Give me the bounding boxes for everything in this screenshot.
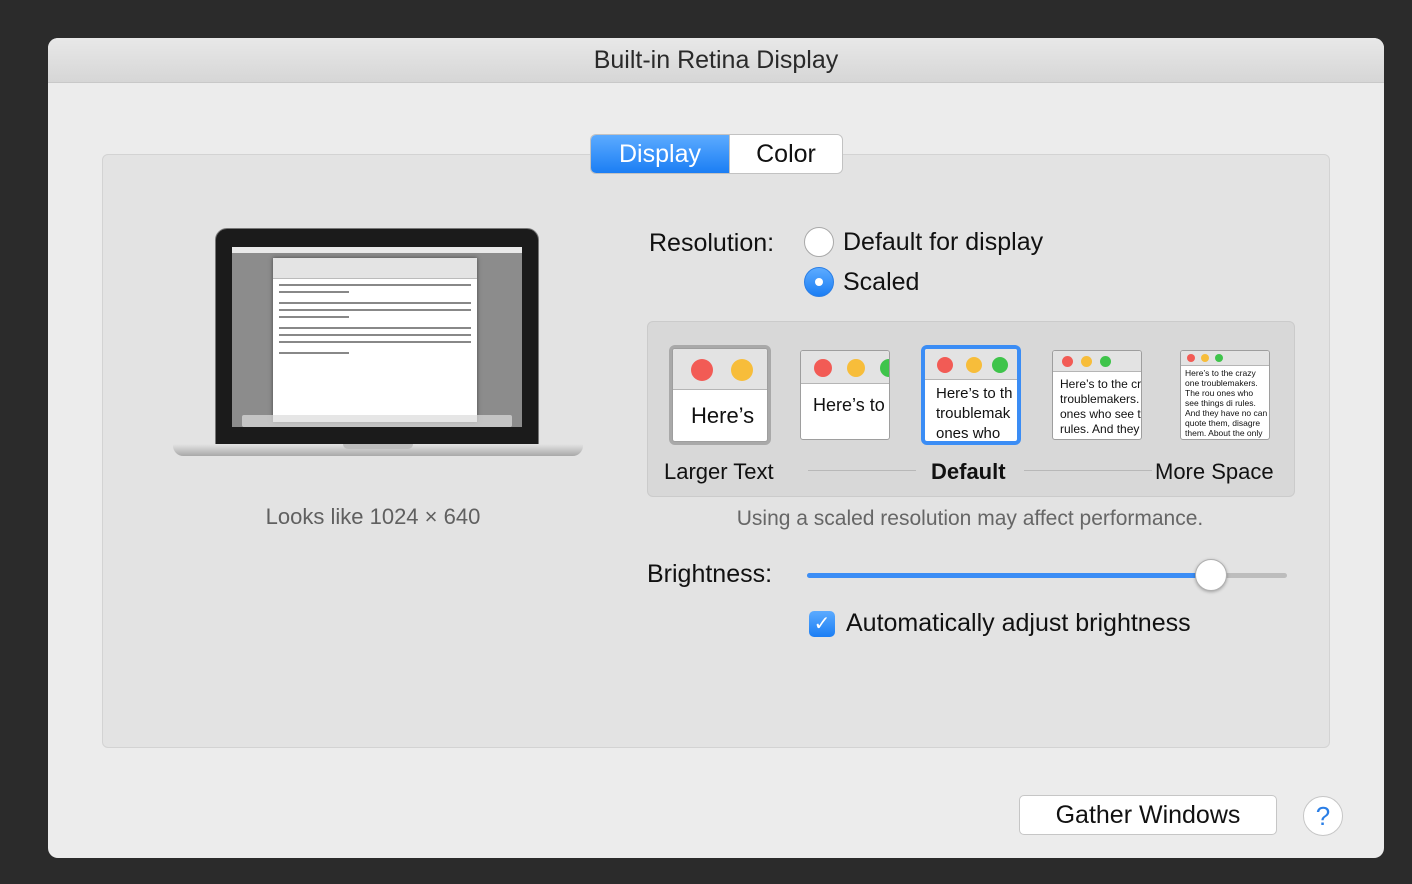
scale-option-more-space[interactable]: Here’s to the crazy one troublemakers. T… xyxy=(1180,350,1270,440)
tab-display[interactable]: Display xyxy=(591,135,729,173)
scale-option-default[interactable]: Here’s to th troublemak ones who xyxy=(924,348,1018,442)
laptop-screen xyxy=(232,247,522,427)
minimize-dot-icon xyxy=(1201,354,1209,362)
laptop-preview xyxy=(173,228,583,480)
brightness-knob[interactable] xyxy=(1195,559,1228,591)
zoom-dot-icon xyxy=(1215,354,1223,362)
performance-note: Using a scaled resolution may affect per… xyxy=(736,507,1204,530)
brightness-label: Brightness: xyxy=(647,560,773,588)
minimize-dot-icon xyxy=(731,359,753,381)
brightness-slider[interactable] xyxy=(807,559,1287,591)
scale-option-4[interactable]: Here’s to the cr troublemakers. ones who… xyxy=(1052,350,1142,440)
close-dot-icon xyxy=(814,359,832,377)
minimize-dot-icon xyxy=(847,359,865,377)
minimize-dot-icon xyxy=(1081,356,1092,367)
tab-bar: Display Color xyxy=(591,135,842,173)
close-dot-icon xyxy=(691,359,713,381)
resolution-label: Resolution: xyxy=(649,229,775,257)
scale-options: Here’s Here’s to troublem Here’s to th t xyxy=(647,321,1295,497)
scale-label-default: Default xyxy=(931,459,1006,484)
radio-button[interactable] xyxy=(804,267,834,297)
laptop-lid xyxy=(215,228,539,446)
zoom-dot-icon xyxy=(880,359,889,377)
radio-button[interactable] xyxy=(804,227,834,257)
preview-dock xyxy=(242,415,512,427)
scale-option-2[interactable]: Here’s to troublem xyxy=(800,350,890,440)
scale-option-larger-text[interactable]: Here’s xyxy=(672,348,768,442)
brightness-fill xyxy=(807,573,1211,578)
auto-brightness-checkbox[interactable]: ✓ Automatically adjust brightness xyxy=(809,609,1191,638)
checkmark-icon[interactable]: ✓ xyxy=(809,610,835,637)
preview-document xyxy=(273,258,477,422)
scale-label-larger-text: Larger Text xyxy=(664,459,774,484)
help-button[interactable]: ? xyxy=(1303,796,1343,836)
close-dot-icon xyxy=(937,357,953,373)
preferences-window: Built-in Retina Display Looks like 1024 … xyxy=(48,38,1384,858)
window-title: Built-in Retina Display xyxy=(48,38,1384,83)
scale-label-more-space: More Space xyxy=(1155,459,1274,484)
looks-like-label: Looks like 1024 × 640 xyxy=(265,504,481,529)
close-dot-icon xyxy=(1062,356,1073,367)
radio-scaled[interactable]: Scaled xyxy=(804,267,919,297)
preview-menubar xyxy=(232,247,522,253)
display-panel: Looks like 1024 × 640 Resolution: Defaul… xyxy=(102,154,1330,748)
zoom-dot-icon xyxy=(992,357,1008,373)
close-dot-icon xyxy=(1187,354,1195,362)
minimize-dot-icon xyxy=(966,357,982,373)
gather-windows-button[interactable]: Gather Windows xyxy=(1019,795,1277,835)
radio-default-for-display[interactable]: Default for display xyxy=(804,227,1043,257)
tab-color[interactable]: Color xyxy=(729,135,842,173)
zoom-dot-icon xyxy=(1100,356,1111,367)
